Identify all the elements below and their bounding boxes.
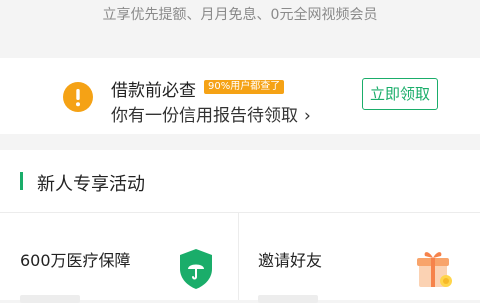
new-user-activities: 新人专享活动 600万医疗保障 邀请好友 [0, 150, 480, 303]
tile-label: 600万医疗保障 [20, 251, 131, 270]
credit-report-card[interactable]: 借款前必查 90%用户都查了 你有一份信用报告待领取 › 立即领取 [0, 58, 480, 134]
divider [0, 212, 480, 213]
top-banner: 立享优先提额、月月免息、0元全网视频会员 [0, 0, 480, 40]
gift-box-icon [417, 252, 452, 287]
placeholder-text [20, 295, 80, 303]
shield-umbrella-icon [180, 249, 212, 289]
popularity-badge: 90%用户都查了 [204, 80, 285, 94]
credit-title: 借款前必查 [111, 81, 196, 101]
section-title: 新人专享活动 [37, 174, 145, 195]
exclamation-icon [63, 82, 93, 112]
credit-report-link[interactable]: 你有一份信用报告待领取 › [111, 101, 311, 126]
chevron-right-icon: › [304, 106, 311, 126]
claim-now-button[interactable]: 立即领取 [362, 78, 438, 110]
divider [238, 212, 239, 300]
credit-subtitle: 你有一份信用报告待领取 [111, 106, 298, 126]
banner-subtitle: 立享优先提额、月月免息、0元全网视频会员 [102, 7, 378, 23]
section-accent-bar [20, 172, 23, 190]
placeholder-text [258, 295, 318, 303]
tile-label: 邀请好友 [258, 251, 323, 270]
